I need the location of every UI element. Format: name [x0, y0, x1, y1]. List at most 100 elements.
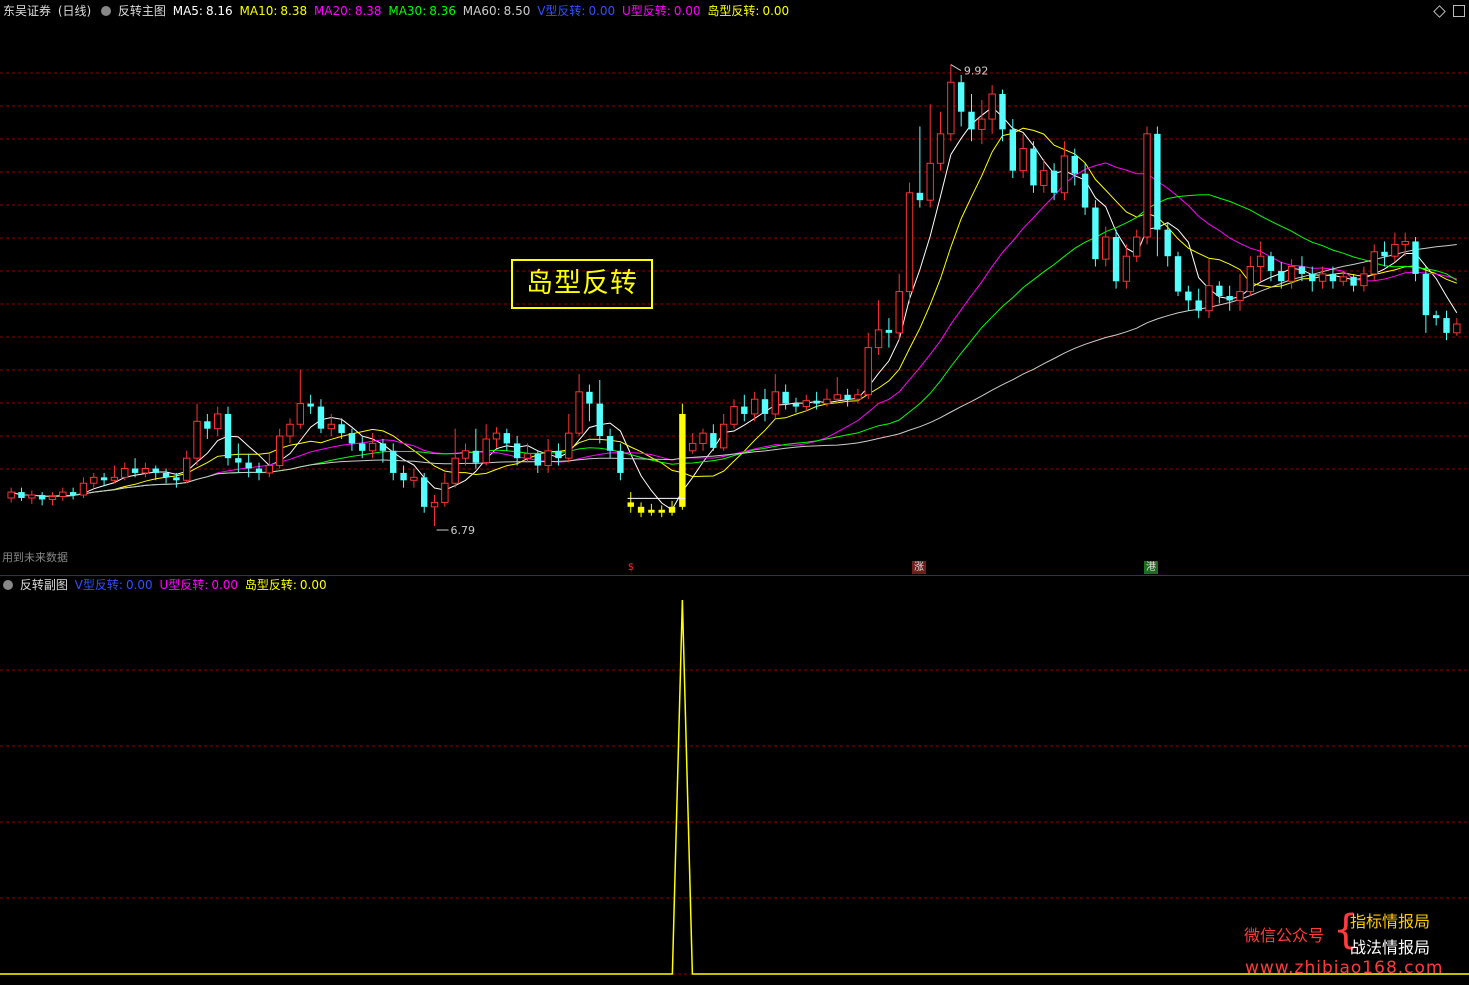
stock-name[interactable]: 东吴证券	[3, 4, 51, 18]
ma5-value: 8.16	[205, 4, 233, 18]
candle-body	[503, 433, 511, 444]
indicator-dropdown-icon[interactable]	[101, 6, 112, 16]
sub-island-reversal-value: 0.00	[299, 578, 327, 592]
candle-body	[565, 432, 573, 459]
candle-body	[1122, 255, 1131, 282]
candle-body	[482, 438, 490, 464]
candle-body	[1236, 291, 1244, 301]
diamond-icon[interactable]	[1433, 5, 1446, 18]
candle-body	[1040, 170, 1048, 186]
candle-body	[451, 457, 459, 484]
candle-body	[1060, 155, 1069, 194]
sub-u-reversal-value: 0.00	[211, 578, 239, 592]
candle-body	[492, 432, 501, 440]
candle-body	[999, 94, 1006, 130]
ma20-value: 8.38	[354, 4, 382, 18]
watermark-url: www.zhibiao168.com	[1245, 958, 1444, 978]
candle-body	[844, 394, 851, 400]
candle-body	[854, 394, 862, 400]
candle-body	[441, 482, 449, 503]
candle-body	[782, 391, 789, 404]
candle-body	[338, 424, 345, 434]
sub-indicator-name[interactable]: 反转副图	[20, 578, 68, 592]
candle-body	[275, 435, 284, 467]
candle-body	[750, 398, 759, 415]
main-indicator-name[interactable]: 反转主图	[118, 4, 166, 18]
candle-body	[771, 391, 780, 415]
island-reversal-box: 岛型反转	[511, 259, 653, 309]
candle-body	[224, 413, 232, 459]
candle-body	[1422, 273, 1430, 316]
candle-body	[648, 509, 655, 513]
candle-body	[265, 465, 274, 474]
island-reversal-label: 岛型反转:	[707, 4, 760, 18]
candle-body	[1318, 273, 1327, 282]
candle-body	[162, 472, 170, 478]
candle-body	[1205, 285, 1213, 312]
candle-body	[183, 457, 191, 481]
candle-body	[534, 453, 542, 466]
ma10-value: 8.38	[280, 4, 308, 18]
candle-body	[1401, 240, 1409, 245]
candle-body	[874, 329, 883, 349]
candle-body	[1050, 170, 1058, 193]
candle-body	[513, 443, 521, 459]
candle-body	[679, 413, 686, 507]
candle-body	[79, 482, 88, 496]
v-reversal-value: 0.00	[588, 4, 616, 18]
candle-body	[658, 509, 665, 513]
candle-body	[699, 432, 707, 444]
candle-body	[1381, 251, 1388, 257]
maximize-icon[interactable]	[1453, 5, 1465, 17]
candle-body	[916, 192, 924, 201]
candle-body	[7, 491, 15, 499]
candle-body	[38, 495, 46, 500]
candle-body	[1112, 237, 1120, 282]
candle-body	[926, 162, 934, 201]
candle-body	[1432, 315, 1440, 319]
event-marker-hk[interactable]: 港	[1144, 561, 1158, 574]
candle-body	[905, 192, 914, 293]
ma60-label: MA60:	[462, 4, 501, 18]
ma30-value: 8.36	[429, 4, 456, 18]
candle-body	[864, 347, 872, 396]
candle-body	[586, 391, 593, 404]
candle-body	[1309, 273, 1316, 282]
high-pointer	[950, 64, 962, 71]
candle-body	[596, 403, 603, 437]
candle-body	[173, 477, 180, 481]
main-chart[interactable]: 9.92 6.79	[0, 20, 1469, 576]
candle-body	[1019, 148, 1027, 172]
event-marker-dollar[interactable]: $	[624, 561, 638, 574]
candle-body	[327, 423, 335, 430]
candle-body	[710, 433, 717, 448]
candle-body	[461, 450, 470, 459]
sub-indicator-dropdown-icon[interactable]	[3, 580, 13, 590]
candle-body	[792, 403, 800, 407]
ma20-label: MA20:	[313, 4, 352, 18]
candle-body	[28, 494, 36, 499]
candle-body	[121, 467, 129, 478]
candle-body	[947, 81, 955, 135]
candle-body	[235, 458, 242, 463]
candle-body	[637, 506, 645, 513]
candle-body	[1092, 207, 1099, 260]
main-chart-header: 东吴证券 (日线) 反转主图 MA5: 8.16 MA10: 8.38 MA20: 8…	[0, 2, 792, 20]
ma5-label: MA5:	[172, 4, 203, 18]
high-price-label: 9.92	[964, 65, 989, 78]
candle-body	[895, 291, 903, 334]
candle-body	[544, 450, 552, 467]
candle-body	[1071, 155, 1078, 174]
candle-body	[606, 436, 614, 451]
event-marker-dollar-text: $	[627, 562, 635, 573]
period-label[interactable]: (日线)	[58, 4, 91, 18]
event-marker-rise[interactable]: 涨	[912, 561, 926, 574]
candle-body	[1154, 133, 1161, 230]
candle-body	[1195, 300, 1202, 311]
candle-body	[1246, 266, 1255, 293]
candle-body	[90, 476, 98, 484]
candle-body	[802, 400, 810, 408]
candle-body	[286, 423, 294, 437]
candle-body	[1102, 236, 1110, 260]
candle-body	[823, 398, 831, 405]
